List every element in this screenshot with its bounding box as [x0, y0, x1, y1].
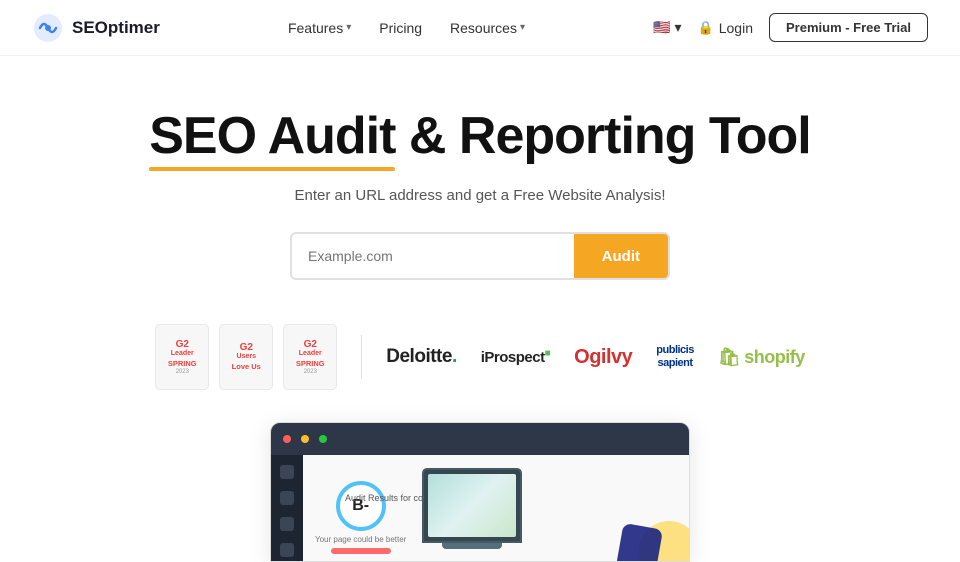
laptop-screen-preview [422, 468, 522, 543]
grade-bar [331, 548, 391, 554]
nav-pricing[interactable]: Pricing [379, 20, 422, 36]
g2-badges: G2 Leader SPRING 2023 G2 Users Love Us G… [155, 324, 337, 390]
hero-section: SEO Audit & Reporting Tool Enter an URL … [0, 56, 960, 280]
logo-icon [32, 12, 64, 44]
audit-result-left: B- Your page could be better [315, 463, 406, 554]
chevron-down-icon: ▾ [346, 22, 351, 33]
window-maximize-dot [319, 435, 327, 443]
nav-resources[interactable]: Resources ▾ [450, 20, 525, 36]
shopify-logo: 🛍 shopify [718, 347, 805, 368]
g2-badge-leader-spring: G2 Leader SPRING 2023 [155, 324, 209, 390]
hero-title-rest: & Reporting Tool [409, 107, 811, 165]
deloitte-logo: Deloitte. [386, 346, 456, 368]
g2-badge-leader-spring2: G2 Leader SPRING 2023 [283, 324, 337, 390]
navbar: SEOptimer Features ▾ Pricing Resources ▾… [0, 0, 960, 56]
shopify-bag-icon: 🛍 [718, 347, 740, 368]
hero-title-underlined: SEO Audit [149, 108, 395, 165]
hero-subtitle: Enter an URL address and get a Free Webs… [0, 187, 960, 204]
audit-button[interactable]: Audit [574, 234, 668, 278]
search-wrap: Audit [290, 232, 670, 280]
preview-header [271, 423, 689, 455]
hero-title: SEO Audit & Reporting Tool [0, 108, 960, 165]
preview-sidebar [271, 455, 303, 561]
search-bar: Audit [0, 232, 960, 280]
window-minimize-dot [301, 435, 309, 443]
g2-logo: G2 [176, 339, 189, 350]
g2-logo: G2 [240, 342, 253, 353]
publicis-sapient-logo: publicissapient [656, 344, 694, 370]
client-logos: Deloitte. iProspect■ Ogilvy publicissapi… [386, 344, 804, 370]
g2-logo: G2 [304, 339, 317, 350]
grade-label: Your page could be better [315, 535, 406, 544]
decorative-navy-blob [615, 523, 663, 562]
window-close-dot [283, 435, 291, 443]
iprospect-logo: iProspect■ [481, 348, 550, 366]
preview-area: Audit Results for company.co B- Your pag… [0, 422, 960, 562]
preview-window: Audit Results for company.co B- Your pag… [270, 422, 690, 562]
laptop-preview [422, 468, 522, 549]
chevron-down-icon: ▾ [520, 22, 525, 33]
grade-circle: B- [336, 481, 386, 531]
language-selector[interactable]: 🇺🇸 ▾ [653, 19, 681, 36]
divider [361, 335, 362, 379]
sidebar-item [280, 465, 294, 479]
sidebar-item [280, 517, 294, 531]
website-screenshot [428, 474, 516, 537]
nav-features[interactable]: Features ▾ [288, 20, 351, 36]
sidebar-item [280, 543, 294, 557]
social-proof-row: G2 Leader SPRING 2023 G2 Users Love Us G… [0, 324, 960, 390]
flag-icon: 🇺🇸 [653, 19, 670, 36]
nav-actions: 🇺🇸 ▾ 🔒 Login Premium - Free Trial [653, 13, 928, 42]
login-button[interactable]: 🔒 Login [698, 20, 753, 36]
chevron-down-icon: ▾ [675, 19, 682, 36]
premium-trial-button[interactable]: Premium - Free Trial [769, 13, 928, 42]
ogilvy-logo: Ogilvy [574, 346, 632, 369]
logo[interactable]: SEOptimer [32, 12, 160, 44]
logo-text: SEOptimer [72, 18, 160, 38]
preview-main: Audit Results for company.co B- Your pag… [303, 455, 689, 561]
laptop-stand [442, 543, 502, 549]
lock-icon: 🔒 [698, 20, 714, 36]
sidebar-item [280, 491, 294, 505]
g2-badge-users-love: G2 Users Love Us [219, 324, 273, 390]
nav-links: Features ▾ Pricing Resources ▾ [288, 20, 525, 36]
url-input[interactable] [292, 234, 574, 278]
laptop-screen [428, 474, 516, 537]
